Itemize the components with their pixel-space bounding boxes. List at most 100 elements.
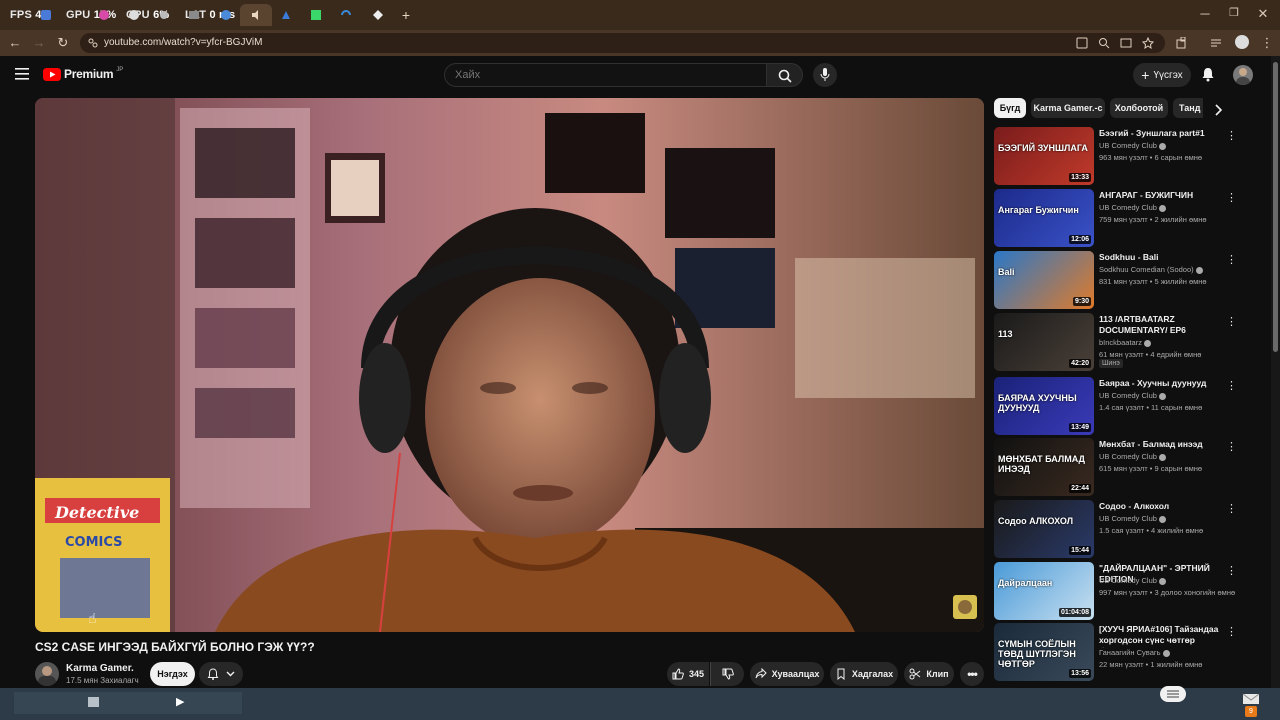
video-title: CS2 CASE ИНГЭЭД БАЙХГҮЙ БОЛНО ГЭЖ ҮҮ?? [35,640,315,654]
recommended-meta: 615 мян үзэлт • 9 сарын өмнө [1099,464,1203,473]
recommended-channel: UB Comedy Club [1099,391,1167,400]
thumbs-up-icon [672,668,684,680]
more-vertical-icon[interactable]: ⋮ [1226,564,1237,577]
bookmark-star-icon[interactable] [1142,37,1154,49]
mail-icon[interactable] [1242,693,1260,705]
cast-icon[interactable] [1120,37,1132,49]
recommended-video[interactable]: Ангараг Бужигчин 12:06 АНГАРАГ - БУЖИГЧИН U… [994,189,1270,247]
back-arrow-icon[interactable]: ← [6,34,24,52]
create-button[interactable]: + Үүсгэх [1133,63,1191,87]
address-bar[interactable]: youtube.com/watch?v=yfcr-BGJViM [80,33,1165,53]
lines-icon [1167,690,1179,698]
more-vertical-icon[interactable]: ⋮ [1226,129,1237,142]
voice-search-button[interactable] [813,63,837,87]
more-horizontal-icon: ••• [967,667,978,681]
account-avatar[interactable] [1233,65,1253,85]
more-actions-button[interactable]: ••• [960,662,984,686]
channel-avatar[interactable] [35,662,59,686]
browser-menu-icon[interactable]: ⋮ [1258,34,1276,52]
duration-badge: 01:04:08 [1058,608,1091,617]
recommended-video[interactable]: Bali 9:30 Sodkhuu - Bali Sodkhuu Comedian (… [994,251,1270,309]
video-thumbnail[interactable]: 113 42:20 [994,313,1094,371]
browser-tab[interactable] [118,4,150,26]
play-icon[interactable]: ▶ [176,695,184,708]
recommended-video[interactable]: БАЯРАА ХУУЧНЫ ДУУНУУД 13:49 Баяраа - Хуучн… [994,377,1270,435]
recommended-video[interactable]: 113 42:20 113 /ARTBAATARZ DOCUMENTARY/ EP6… [994,313,1270,371]
thumbnail-text: Дайралцаан [998,578,1053,588]
forward-arrow-icon[interactable]: → [30,34,48,52]
more-vertical-icon[interactable]: ⋮ [1226,315,1237,328]
subscribe-button[interactable]: Нэгдэх [150,662,195,686]
close-icon[interactable]: ✕ [1250,6,1276,22]
notification-count-badge: 9 [1245,706,1257,717]
restore-icon[interactable]: ❐ [1221,6,1247,19]
video-thumbnail[interactable]: Содоо АЛКОХОЛ 15:44 [994,500,1094,558]
microphone-icon [820,68,830,81]
browser-tab[interactable] [210,4,242,26]
recommended-video[interactable]: МӨНХБАТ БАЛМАД ИНЭЭД 22:44 Мөнхбат - Балма… [994,438,1270,496]
browser-tab-active[interactable] [240,4,272,26]
extensions-icon[interactable] [1176,37,1188,49]
chip-related[interactable]: Холбоотой [1110,98,1168,118]
more-vertical-icon[interactable]: ⋮ [1226,253,1237,266]
browser-tab[interactable] [88,4,120,26]
video-thumbnail[interactable]: Ангараг Бужигчин 12:06 [994,189,1094,247]
duration-badge: 13:49 [1069,423,1091,432]
recommended-meta: 1.4 сая үзэлт • 11 сарын өмнө [1099,403,1203,412]
reload-icon[interactable]: ↻ [54,34,72,52]
search-button[interactable] [767,63,803,87]
save-button[interactable]: Хадгалах [830,662,898,686]
video-player[interactable]: Detective COMICS ☝ [35,98,984,632]
more-vertical-icon[interactable]: ⋮ [1226,502,1237,515]
chevron-right-icon[interactable] [1214,104,1224,116]
share-button[interactable]: Хуваалцах [750,662,824,686]
browser-tab[interactable] [300,4,332,26]
translate-icon[interactable] [1076,37,1088,49]
chip-for-you[interactable]: Танд [1173,98,1203,118]
recommended-meta: 61 мян үзэлт • 4 едрийн өмнө [1099,350,1202,359]
more-vertical-icon[interactable]: ⋮ [1226,191,1237,204]
search-input[interactable]: Хайх [444,63,767,87]
tab-favicon-icon [189,11,199,19]
video-thumbnail[interactable]: БАЯРАА ХУУЧНЫ ДУУНУУД 13:49 [994,377,1094,435]
more-vertical-icon[interactable]: ⋮ [1226,379,1237,392]
site-info-icon[interactable] [87,37,99,49]
notifications-bell-icon[interactable] [1201,67,1215,82]
dislike-button[interactable] [710,662,744,686]
recommended-video[interactable]: Содоо АЛКОХОЛ 15:44 Содоо - Алкохол UB Come… [994,500,1270,558]
video-thumbnail[interactable]: БЭЭГИЙ ЗУНШЛАГА 13:33 [994,127,1094,185]
youtube-logo[interactable]: Premium JP [43,67,123,81]
more-vertical-icon[interactable]: ⋮ [1226,440,1237,453]
clip-button[interactable]: Клип [904,662,954,686]
taskbar-app-icon[interactable] [88,697,99,707]
chip-all[interactable]: Бүгд [994,98,1026,118]
notification-settings-button[interactable] [199,662,243,686]
scrollbar-thumb[interactable] [1273,62,1278,352]
taskbar-widget-icon[interactable] [1160,686,1186,702]
browser-tab[interactable] [330,4,362,26]
hamburger-menu-icon[interactable] [15,68,29,80]
recommended-video[interactable]: Дайралцаан 01:04:08 "ДАЙРАЛЦААН" - ЭРТНИЙ … [994,562,1270,620]
video-thumbnail[interactable]: Bali 9:30 [994,251,1094,309]
browser-tab[interactable] [148,4,180,26]
minimize-icon[interactable]: ─ [1192,6,1218,21]
zoom-icon[interactable] [1098,37,1110,49]
channel-name[interactable]: Karma Gamer. [66,663,134,674]
chip-from-channel[interactable]: Karma Gamer.-с [1031,98,1105,118]
like-button[interactable]: 345 [667,662,709,686]
recommended-video[interactable]: БЭЭГИЙ ЗУНШЛАГА 13:33 Бээгий - Зуншлага pa… [994,127,1270,185]
browser-tab[interactable] [178,4,210,26]
tab-favicon-icon [311,10,321,20]
video-thumbnail[interactable]: СҮМЫН СОЁЛЫН ТӨВД ШҮТЛЭГЭН ЧӨТГӨР 13:56 [994,623,1094,681]
video-thumbnail[interactable]: МӨНХБАТ БАЛМАД ИНЭЭД 22:44 [994,438,1094,496]
more-vertical-icon[interactable]: ⋮ [1226,625,1237,638]
share-label: Хуваалцах [771,669,820,679]
new-tab-button[interactable]: + [390,4,422,26]
browser-tab[interactable] [30,4,62,26]
recommended-video[interactable]: СҮМЫН СОЁЛЫН ТӨВД ШҮТЛЭГЭН ЧӨТГӨР 13:56 [Х… [994,623,1270,681]
profile-avatar[interactable] [1235,35,1249,49]
video-thumbnail[interactable]: Дайралцаан 01:04:08 [994,562,1094,620]
search-placeholder: Хайх [455,69,481,81]
reading-list-icon[interactable] [1210,37,1222,49]
browser-tab[interactable] [270,4,302,26]
